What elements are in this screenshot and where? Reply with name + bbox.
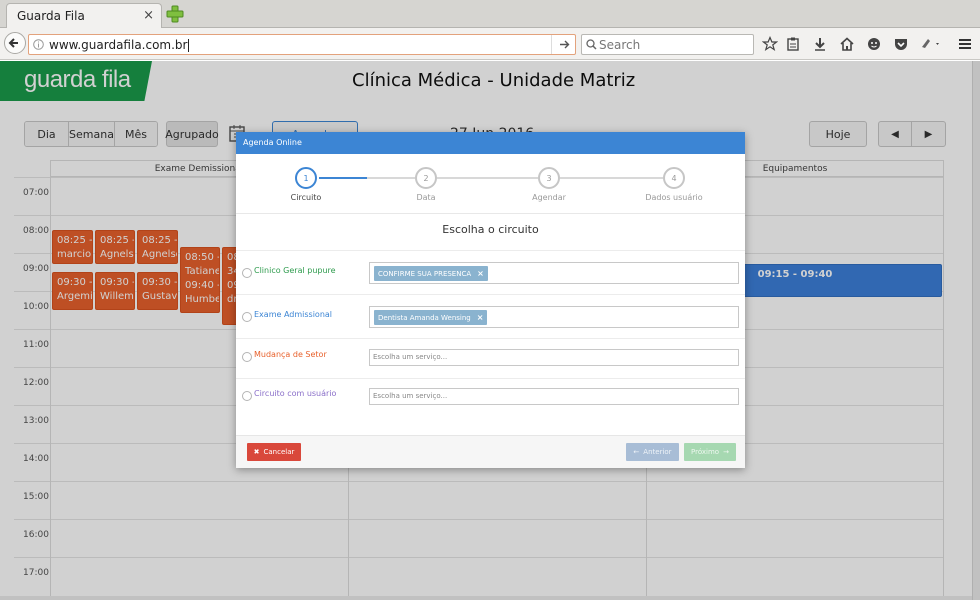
previous-button[interactable]: ← Anterior [626,443,679,461]
go-button[interactable] [551,35,575,54]
select-placeholder: Escolha um serviço... [373,392,448,400]
service-select[interactable]: Escolha um serviço... [369,388,739,405]
search-placeholder: Search [599,38,641,52]
step-3-circle[interactable]: 3 [538,167,560,189]
cancel-label: Cancelar [263,448,295,456]
step-connector [319,177,367,179]
close-icon: ✖ [253,448,260,456]
bookmark-star-icon[interactable] [762,36,778,52]
row-divider [236,338,745,339]
chip-label: Dentista Amanda Wensing [378,313,471,322]
modal-header: Agenda Online [236,132,745,154]
chip-label: CONFIRME SUA PRESENCA [378,269,472,278]
circuit-radio[interactable] [242,352,252,362]
circuit-label[interactable]: Mudança de Setor [254,350,327,359]
extension-menu-icon[interactable] [919,36,943,52]
circuit-radio[interactable] [242,268,252,278]
cancel-button[interactable]: ✖ Cancelar [247,443,301,461]
download-icon[interactable] [812,36,828,52]
step-connector [560,177,663,179]
agenda-online-modal: Agenda Online 1 2 3 4 Circuito Data Agen… [236,132,745,468]
arrow-right-icon [560,40,570,49]
modal-title: Agenda Online [243,138,302,147]
service-chip: CONFIRME SUA PRESENCA × [374,266,488,281]
pocket-icon[interactable] [893,36,909,52]
select-placeholder: Escolha um serviço... [373,353,448,361]
tab-title: Guarda Fila [17,9,85,23]
tab-close-icon[interactable]: × [143,8,154,23]
chip-remove-icon[interactable]: × [477,313,484,322]
arrow-left-icon: ← [633,448,640,456]
row-divider [236,250,745,251]
browser-tab[interactable]: Guarda Fila × [6,3,162,28]
back-button[interactable] [4,32,26,54]
row-divider [236,294,745,295]
next-button[interactable]: Próximo → [684,443,736,461]
circuit-label[interactable]: Exame Admissional [254,310,332,319]
step-1-circle[interactable]: 1 [295,167,317,189]
step-2-label: Data [416,193,436,202]
circuit-label[interactable]: Circuito com usuário [254,389,336,398]
step-2-circle[interactable]: 2 [415,167,437,189]
search-icon [586,39,597,50]
browser-nav-bar: www.guardafila.com.br Search [0,28,980,60]
hamburger-menu-icon[interactable] [957,36,973,52]
step-4-label: Dados usuário [645,193,703,202]
new-tab-icon[interactable] [166,5,184,23]
step-1-label: Circuito [290,193,322,202]
modal-footer: ✖ Cancelar ← Anterior Próximo → [236,435,745,468]
circuit-label[interactable]: Clinico Geral pupure [254,266,336,275]
service-select[interactable]: CONFIRME SUA PRESENCA × [369,262,739,284]
step-connector [367,177,415,179]
page: guarda fila Clínica Médica - Unidade Mat… [0,61,980,600]
circuit-radio[interactable] [242,391,252,401]
hello-icon[interactable] [866,36,882,52]
service-chip: Dentista Amanda Wensing × [374,310,488,325]
row-divider [236,378,745,379]
step-4-circle[interactable]: 4 [663,167,685,189]
url-text: www.guardafila.com.br [49,38,188,52]
back-arrow-icon [8,38,18,48]
chip-remove-icon[interactable]: × [477,269,484,278]
info-icon[interactable] [33,39,44,50]
wizard-stepper: 1 2 3 4 Circuito Data Agendar Dados usuá… [236,154,745,214]
reading-list-icon[interactable] [785,36,801,52]
url-bar[interactable]: www.guardafila.com.br [28,34,576,55]
step-3-label: Agendar [532,193,566,202]
section-title: Escolha o circuito [442,223,539,236]
service-select[interactable]: Escolha um serviço... [369,349,739,366]
step-connector [437,177,538,179]
home-icon[interactable] [839,36,855,52]
previous-label: Anterior [643,448,672,456]
browser-tab-bar: Guarda Fila × [0,0,980,28]
service-select[interactable]: Dentista Amanda Wensing × [369,306,739,328]
arrow-right-icon: → [723,448,729,456]
circuit-radio[interactable] [242,312,252,322]
next-label: Próximo [691,448,720,456]
search-bar[interactable]: Search [581,34,754,55]
